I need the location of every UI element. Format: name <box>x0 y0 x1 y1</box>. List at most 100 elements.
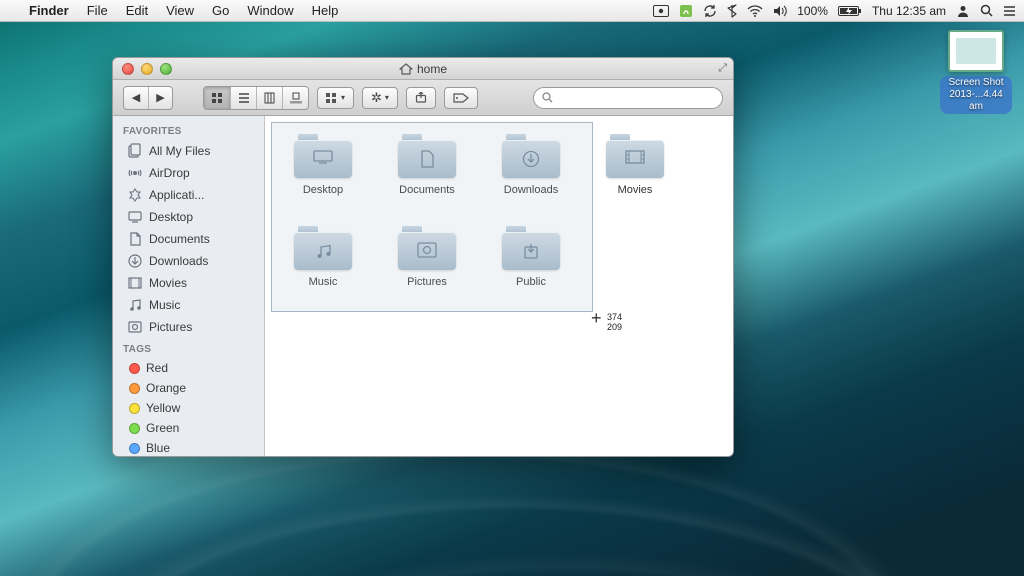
tags-header: TAGS <box>113 338 264 358</box>
notification-center-icon[interactable] <box>1003 5 1016 17</box>
app-status-icon[interactable] <box>679 4 693 18</box>
sidebar: FAVORITES All My Files AirDrop Applicati..… <box>113 116 265 456</box>
menu-edit[interactable]: Edit <box>117 0 157 22</box>
desktop-screenshot-file[interactable]: Screen Shot2013-...4.44 am <box>940 30 1012 114</box>
sidebar-tag-yellow[interactable]: Yellow <box>113 398 264 418</box>
sidebar-item-pictures[interactable]: Pictures <box>113 316 264 338</box>
sidebar-item-label: Desktop <box>149 210 193 224</box>
folder-icon <box>502 134 560 178</box>
menu-window[interactable]: Window <box>238 0 302 22</box>
folder-icon <box>294 134 352 178</box>
icon-view-button[interactable] <box>204 87 230 109</box>
menu-help[interactable]: Help <box>303 0 348 22</box>
sidebar-item-downloads[interactable]: Downloads <box>113 250 264 272</box>
menubar-left: Finder File Edit View Go Window Help <box>8 0 347 22</box>
forward-button[interactable]: ▶ <box>148 87 172 109</box>
zoom-button[interactable] <box>160 63 172 75</box>
folder-movies[interactable]: Movies <box>583 128 687 220</box>
sidebar-item-applications[interactable]: Applicati... <box>113 184 264 206</box>
tag-label: Orange <box>146 381 186 395</box>
sidebar-item-music[interactable]: Music <box>113 294 264 316</box>
menu-app[interactable]: Finder <box>20 0 78 22</box>
screenshot-crosshair: + 374209 <box>591 310 602 325</box>
crosshair-coords: 374209 <box>607 312 622 332</box>
sidebar-item-movies[interactable]: Movies <box>113 272 264 294</box>
crosshair-icon: + <box>591 308 602 328</box>
action-button[interactable]: ✲▾ <box>362 87 398 109</box>
battery-percent[interactable]: 100% <box>797 4 828 18</box>
search-input[interactable] <box>558 92 714 104</box>
sidebar-item-label: AirDrop <box>149 166 190 180</box>
all-my-files-icon <box>127 143 143 159</box>
sidebar-item-all-my-files[interactable]: All My Files <box>113 140 264 162</box>
sidebar-tag-green[interactable]: Green <box>113 418 264 438</box>
sidebar-item-label: All My Files <box>149 144 210 158</box>
tag-dot-icon <box>129 403 140 414</box>
bluetooth-icon[interactable] <box>727 4 737 18</box>
sync-icon[interactable] <box>703 4 717 18</box>
fullscreen-button[interactable]: ⤢ <box>718 62 727 75</box>
close-button[interactable] <box>122 63 134 75</box>
sidebar-tag-red[interactable]: Red <box>113 358 264 378</box>
spotlight-icon[interactable] <box>980 4 993 17</box>
coverflow-view-button[interactable] <box>282 87 308 109</box>
list-view-button[interactable] <box>230 87 256 109</box>
arrange-button[interactable]: ▾ <box>317 87 354 109</box>
column-view-button[interactable] <box>256 87 282 109</box>
sidebar-item-desktop[interactable]: Desktop <box>113 206 264 228</box>
minimize-button[interactable] <box>141 63 153 75</box>
tag-label: Green <box>146 421 179 435</box>
menu-go[interactable]: Go <box>203 0 238 22</box>
tag-dot-icon <box>129 423 140 434</box>
battery-icon[interactable] <box>838 5 862 17</box>
menubar-right: 100% Thu 12:35 am <box>653 4 1016 18</box>
pictures-icon <box>127 319 143 335</box>
menu-file[interactable]: File <box>78 0 117 22</box>
folder-icon <box>398 226 456 270</box>
tag-label: Red <box>146 361 168 375</box>
file-label: Screen Shot2013-...4.44 am <box>940 76 1012 114</box>
downloads-icon <box>127 253 143 269</box>
tag-dot-icon <box>129 363 140 374</box>
sidebar-item-label: Pictures <box>149 320 192 334</box>
folder-icon <box>398 134 456 178</box>
share-button[interactable] <box>406 87 436 109</box>
tags-button[interactable] <box>444 87 478 109</box>
favorites-header: FAVORITES <box>113 120 264 140</box>
tag-dot-icon <box>129 383 140 394</box>
wifi-icon[interactable] <box>747 5 763 17</box>
view-switch <box>203 86 309 110</box>
tag-dot-icon <box>129 443 140 454</box>
sidebar-item-airdrop[interactable]: AirDrop <box>113 162 264 184</box>
tag-label: Yellow <box>146 401 180 415</box>
sidebar-item-label: Music <box>149 298 180 312</box>
desktop-icon <box>127 209 143 225</box>
nav-buttons: ◀ ▶ <box>123 86 173 110</box>
volume-icon[interactable] <box>773 5 787 17</box>
sidebar-tag-orange[interactable]: Orange <box>113 378 264 398</box>
search-field[interactable] <box>533 87 723 109</box>
toolbar: ◀ ▶ ▾ ✲▾ <box>113 80 733 116</box>
music-icon <box>127 297 143 313</box>
home-icon <box>399 63 413 75</box>
window-controls <box>113 63 172 75</box>
sidebar-item-label: Documents <box>149 232 210 246</box>
folder-icon <box>294 226 352 270</box>
clock[interactable]: Thu 12:35 am <box>872 4 946 18</box>
screen-record-icon[interactable] <box>653 5 669 17</box>
user-icon[interactable] <box>956 4 970 18</box>
sidebar-item-label: Downloads <box>149 254 208 268</box>
menu-view[interactable]: View <box>157 0 203 22</box>
folder-icon <box>606 134 664 178</box>
sidebar-tag-blue[interactable]: Blue <box>113 438 264 456</box>
window-title: home <box>113 62 733 76</box>
back-button[interactable]: ◀ <box>124 87 148 109</box>
folder-label: Movies <box>618 184 653 196</box>
titlebar[interactable]: home ⤢ <box>113 58 733 80</box>
tag-label: Blue <box>146 441 170 455</box>
applications-icon <box>127 187 143 203</box>
folder-icon <box>502 226 560 270</box>
sidebar-item-documents[interactable]: Documents <box>113 228 264 250</box>
menubar: Finder File Edit View Go Window Help 100… <box>0 0 1024 22</box>
content-area[interactable]: DesktopDocumentsDownloadsMoviesMusicPict… <box>265 116 733 456</box>
